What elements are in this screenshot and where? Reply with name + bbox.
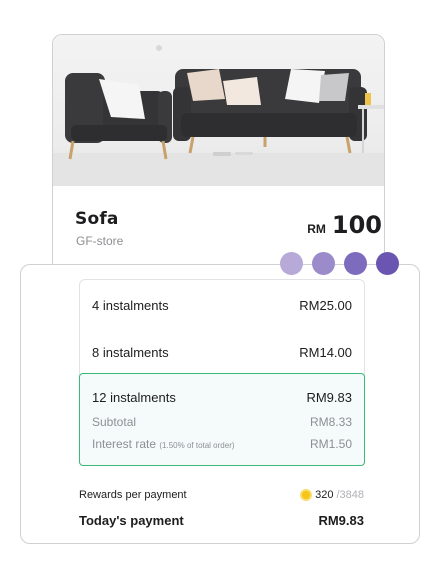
selected-plan-row: 12 instalments RM9.83 bbox=[92, 390, 352, 405]
dot-4[interactable] bbox=[376, 252, 399, 275]
option-label: 8 instalments bbox=[92, 345, 169, 360]
store-name: GF-store bbox=[76, 234, 124, 248]
instalment-options: 4 instalments RM25.00 8 instalments RM14… bbox=[79, 279, 365, 466]
interest-row: Interest rate (1.50% of total order) RM1… bbox=[92, 437, 352, 451]
today-payment-amount: RM9.83 bbox=[318, 513, 364, 528]
option-amount: RM14.00 bbox=[299, 345, 352, 360]
option-amount: RM25.00 bbox=[299, 298, 352, 313]
instalment-option-8[interactable]: 8 instalments RM14.00 bbox=[92, 345, 352, 360]
rewards-label: Rewards per payment bbox=[79, 489, 187, 501]
coin-icon bbox=[300, 489, 313, 501]
rewards-row: Rewards per payment 320/3848 bbox=[79, 489, 364, 501]
interest-label-group: Interest rate (1.50% of total order) bbox=[92, 437, 235, 451]
instalment-option-12-selected[interactable]: 12 instalments RM9.83 Subtotal RM8.33 In… bbox=[79, 373, 365, 466]
price-currency: RM bbox=[307, 222, 326, 236]
subtotal-value: RM8.33 bbox=[309, 415, 352, 429]
subtotal-row: Subtotal RM8.33 bbox=[92, 415, 352, 429]
dot-3[interactable] bbox=[344, 252, 367, 275]
product-image bbox=[53, 35, 384, 186]
today-payment-label: Today's payment bbox=[79, 513, 184, 528]
sofa-photo bbox=[53, 45, 384, 186]
instalment-panel: 4 instalments RM25.00 8 instalments RM14… bbox=[20, 264, 420, 544]
price-amount: 100 bbox=[331, 211, 382, 239]
product-name: Sofa bbox=[75, 209, 119, 229]
rewards-value: 320/3848 bbox=[300, 489, 364, 501]
interest-label: Interest rate bbox=[92, 437, 157, 451]
option-label: 4 instalments bbox=[92, 298, 169, 313]
reward-points: 320 bbox=[315, 489, 334, 501]
option-amount: RM9.83 bbox=[306, 390, 352, 405]
carousel-dots bbox=[280, 252, 399, 275]
dot-2[interactable] bbox=[312, 252, 335, 275]
product-card[interactable]: Sofa GF-store RM 100 bbox=[52, 34, 385, 274]
option-label: 12 instalments bbox=[92, 390, 176, 405]
interest-value: RM1.50 bbox=[309, 437, 352, 451]
today-payment-row: Today's payment RM9.83 bbox=[79, 513, 364, 528]
reward-total: /3848 bbox=[336, 489, 364, 501]
subtotal-label: Subtotal bbox=[92, 415, 137, 429]
instalment-option-4[interactable]: 4 instalments RM25.00 bbox=[92, 298, 352, 313]
dot-1[interactable] bbox=[280, 252, 303, 275]
interest-note: (1.50% of total order) bbox=[159, 441, 235, 450]
product-price: RM 100 bbox=[307, 211, 382, 239]
